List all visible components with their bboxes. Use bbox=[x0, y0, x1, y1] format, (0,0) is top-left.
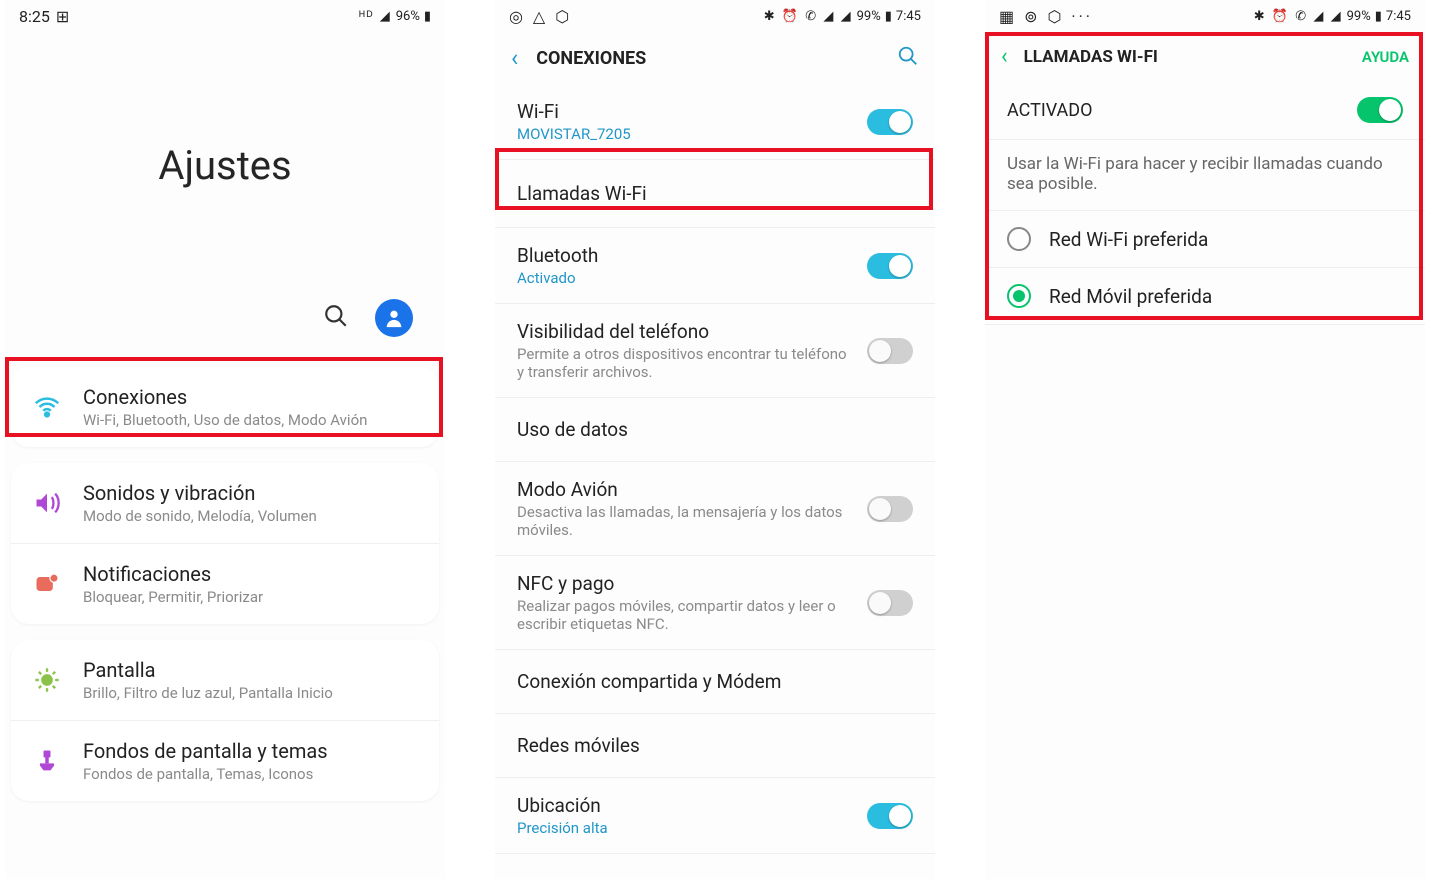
airplane-toggle[interactable] bbox=[867, 496, 913, 522]
item-title: Wi-Fi bbox=[517, 100, 857, 123]
item-title: Sonidos y vibración bbox=[83, 481, 419, 505]
item-title: Fondos de pantalla y temas bbox=[83, 739, 419, 763]
phone-connections: ◎ △ ⬡ ✱ ⏰ ✆ ◢ ◢ 99% ▮ 7:45 ‹ CONEXIONES … bbox=[495, 0, 935, 879]
search-icon[interactable] bbox=[323, 303, 349, 333]
status-icons-left: ◎ △ ⬡ bbox=[509, 7, 572, 26]
item-sub: Bloquear, Permitir, Priorizar bbox=[83, 588, 419, 606]
settings-item-sonidos[interactable]: Sonidos y vibración Modo de sonido, Melo… bbox=[11, 463, 439, 544]
settings-item-conexiones[interactable]: Conexiones Wi-Fi, Bluetooth, Uso de dato… bbox=[11, 367, 439, 447]
item-title: Conexiones bbox=[83, 385, 419, 409]
item-sub: Wi-Fi, Bluetooth, Uso de datos, Modo Avi… bbox=[83, 411, 419, 429]
sound-icon bbox=[31, 487, 63, 519]
status-time: 8:25 bbox=[19, 7, 50, 26]
conn-bluetooth[interactable]: Bluetooth Activado bbox=[495, 228, 935, 304]
status-battery: 96% bbox=[396, 9, 420, 24]
status-icon: ⊞ bbox=[56, 7, 69, 26]
status-bar: ▦ ⊚ ⬡ ··· ✱ ⏰ ✆ ◢ ◢ 99% ▮ 7:45 bbox=[985, 0, 1425, 32]
phone-settings: 8:25 ⊞ ᴴᴰ ◢ 96% ▮ Ajustes Conexiones Wi-… bbox=[5, 0, 445, 879]
activado-row[interactable]: ACTIVADO bbox=[985, 81, 1425, 140]
help-link[interactable]: AYUDA bbox=[1362, 48, 1409, 66]
status-battery: 99% bbox=[857, 9, 881, 24]
activado-toggle[interactable] bbox=[1357, 97, 1403, 123]
item-title: Notificaciones bbox=[83, 562, 419, 586]
item-title: NFC y pago bbox=[517, 572, 857, 595]
conn-mobile-networks[interactable]: Redes móviles bbox=[495, 714, 935, 778]
item-title: Ubicación bbox=[517, 794, 857, 817]
status-icons: ✱ ⏰ ✆ ◢ ◢ bbox=[764, 9, 853, 24]
conn-location[interactable]: Ubicación Precisión alta bbox=[495, 778, 935, 854]
status-bar: ◎ △ ⬡ ✱ ⏰ ✆ ◢ ◢ 99% ▮ 7:45 bbox=[495, 0, 935, 32]
conn-airplane[interactable]: Modo Avión Desactiva las llamadas, la me… bbox=[495, 462, 935, 556]
item-sub: Permite a otros dispositivos encontrar t… bbox=[517, 345, 857, 381]
conn-tethering[interactable]: Conexión compartida y Módem bbox=[495, 650, 935, 714]
status-time: 7:45 bbox=[896, 9, 921, 24]
settings-item-fondos[interactable]: Fondos de pantalla y temas Fondos de pan… bbox=[11, 721, 439, 801]
wifi-icon bbox=[31, 391, 63, 423]
status-battery: 99% bbox=[1347, 9, 1371, 24]
item-title: Visibilidad del teléfono bbox=[517, 320, 857, 343]
location-toggle[interactable] bbox=[867, 803, 913, 829]
settings-card-sounds: Sonidos y vibración Modo de sonido, Melo… bbox=[11, 463, 439, 624]
header-title: CONEXIONES bbox=[536, 48, 879, 69]
item-sub: Precisión alta bbox=[517, 819, 857, 837]
header-bar: ‹ LLAMADAS WI-FI AYUDA bbox=[985, 32, 1425, 81]
visibility-toggle[interactable] bbox=[867, 338, 913, 364]
item-title: Pantalla bbox=[83, 658, 419, 682]
item-title: Modo Avión bbox=[517, 478, 857, 501]
wifi-toggle[interactable] bbox=[867, 109, 913, 135]
status-bar: 8:25 ⊞ ᴴᴰ ◢ 96% ▮ bbox=[5, 0, 445, 32]
bluetooth-toggle[interactable] bbox=[867, 253, 913, 279]
battery-icon: ▮ bbox=[885, 9, 892, 24]
radio-mobile-preferred[interactable]: Red Móvil preferida bbox=[985, 268, 1425, 325]
conn-visibility[interactable]: Visibilidad del teléfono Permite a otros… bbox=[495, 304, 935, 398]
notification-icon bbox=[31, 568, 63, 600]
header-title: LLAMADAS WI-FI bbox=[1024, 47, 1346, 67]
item-sub: Activado bbox=[517, 269, 857, 287]
radio-icon[interactable] bbox=[1007, 227, 1031, 251]
settings-card-connections: Conexiones Wi-Fi, Bluetooth, Uso de dato… bbox=[11, 367, 439, 447]
item-title: Conexión compartida y Módem bbox=[517, 670, 903, 693]
phone-wifi-calling: ▦ ⊚ ⬡ ··· ✱ ⏰ ✆ ◢ ◢ 99% ▮ 7:45 ‹ LLAMADA… bbox=[985, 0, 1425, 879]
wifi-calling-desc: Usar la Wi-Fi para hacer y recibir llama… bbox=[985, 140, 1425, 211]
conn-nfc[interactable]: NFC y pago Realizar pagos móviles, compa… bbox=[495, 556, 935, 650]
profile-avatar[interactable] bbox=[375, 299, 413, 337]
item-sub: MOVISTAR_7205 bbox=[517, 125, 857, 143]
wallpaper-icon bbox=[31, 745, 63, 777]
nfc-toggle[interactable] bbox=[867, 590, 913, 616]
status-icons-left: ▦ ⊚ ⬡ ··· bbox=[999, 7, 1093, 26]
item-title: Uso de datos bbox=[517, 418, 903, 441]
brightness-icon bbox=[31, 664, 63, 696]
status-icons: ✱ ⏰ ✆ ◢ ◢ bbox=[1254, 9, 1343, 24]
status-signals: ᴴᴰ ◢ bbox=[359, 8, 392, 24]
item-title: Bluetooth bbox=[517, 244, 857, 267]
item-title: Redes móviles bbox=[517, 734, 903, 757]
page-title: Ajustes bbox=[5, 142, 445, 189]
battery-icon: ▮ bbox=[1375, 9, 1382, 24]
search-icon[interactable] bbox=[897, 45, 919, 71]
item-sub: Desactiva las llamadas, la mensajería y … bbox=[517, 503, 857, 539]
item-title: Llamadas Wi-Fi bbox=[517, 182, 903, 205]
settings-item-notificaciones[interactable]: Notificaciones Bloquear, Permitir, Prior… bbox=[11, 544, 439, 624]
item-sub: Realizar pagos móviles, compartir datos … bbox=[517, 597, 857, 633]
status-time: 7:45 bbox=[1386, 9, 1411, 24]
conn-data-usage[interactable]: Uso de datos bbox=[495, 398, 935, 462]
item-sub: Brillo, Filtro de luz azul, Pantalla Ini… bbox=[83, 684, 419, 702]
radio-label: Red Móvil preferida bbox=[1049, 285, 1212, 308]
conn-wifi[interactable]: Wi-Fi MOVISTAR_7205 bbox=[495, 84, 935, 160]
battery-icon: ▮ bbox=[424, 9, 431, 24]
item-sub: Modo de sonido, Melodía, Volumen bbox=[83, 507, 419, 525]
radio-wifi-preferred[interactable]: Red Wi-Fi preferida bbox=[985, 211, 1425, 268]
back-icon[interactable]: ‹ bbox=[511, 44, 518, 72]
radio-icon[interactable] bbox=[1007, 284, 1031, 308]
back-icon[interactable]: ‹ bbox=[1001, 44, 1008, 69]
conn-llamadas-wifi[interactable]: Llamadas Wi-Fi bbox=[495, 160, 935, 228]
header-bar: ‹ CONEXIONES bbox=[495, 32, 935, 84]
settings-item-pantalla[interactable]: Pantalla Brillo, Filtro de luz azul, Pan… bbox=[11, 640, 439, 721]
settings-card-display: Pantalla Brillo, Filtro de luz azul, Pan… bbox=[11, 640, 439, 801]
item-sub: Fondos de pantalla, Temas, Iconos bbox=[83, 765, 419, 783]
activado-label: ACTIVADO bbox=[1007, 100, 1357, 121]
radio-label: Red Wi-Fi preferida bbox=[1049, 228, 1208, 251]
